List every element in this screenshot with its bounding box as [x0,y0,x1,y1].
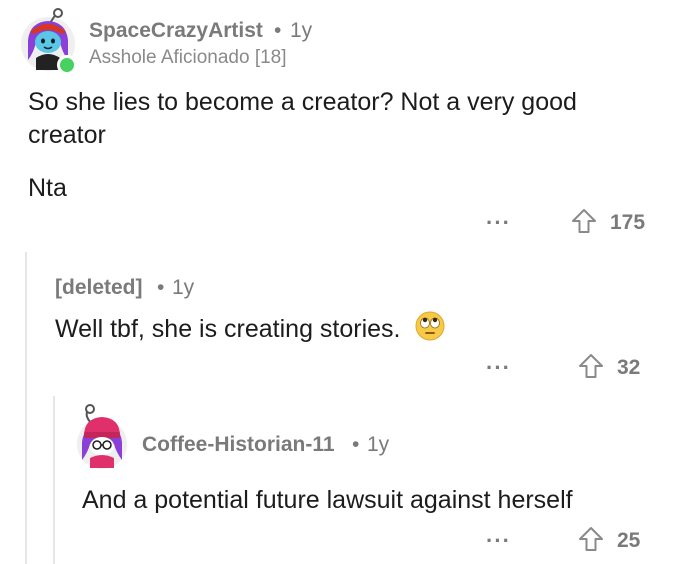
meta-separator: • [157,276,165,299]
comment-age[interactable]: 1y [172,276,194,300]
comment-body: And a potential future lawsuit against h… [82,486,573,514]
upvote-arrow-icon [579,527,603,551]
comment-author[interactable]: SpaceCrazyArtist [89,19,263,43]
comment-body: So she lies to become a creator? Not a v… [28,86,668,205]
user-flair: Asshole Aficionado [18] [89,47,287,68]
upvote-arrow-icon [579,354,603,378]
upvote-button[interactable] [570,207,598,235]
upvote-button[interactable] [577,525,605,553]
comment-body-line: Nta [28,174,67,202]
eye-roll-emoji-icon [415,311,445,350]
avatar-spacecrazyartist[interactable] [18,8,78,75]
thread-line-level-1[interactable] [25,252,27,564]
comment-body-line: creator [28,121,106,149]
vote-count: 32 [617,356,641,379]
comment-body-line: So she lies to become a creator? Not a v… [28,88,577,116]
comment-age[interactable]: 1y [290,19,312,43]
avatar-snoo-icon [77,404,127,469]
more-options-button[interactable]: ··· [486,528,511,554]
thread-line-level-2[interactable] [53,396,55,564]
comment-body: Well tbf, she is creating stories. 🙄 [55,311,445,350]
more-options-button[interactable]: ··· [486,210,511,236]
comment-author[interactable]: [deleted] [55,276,143,300]
comment-age[interactable]: 1y [367,433,389,457]
comment-author[interactable]: Coffee-Historian-11 [142,433,335,457]
comment-body-text: Well tbf, she is creating stories. [55,315,401,344]
upvote-button[interactable] [577,352,605,380]
online-status-indicator [57,55,77,75]
avatar-coffee-historian-11[interactable] [74,402,130,470]
more-options-button[interactable]: ··· [486,355,511,381]
vote-count: 25 [617,529,641,552]
meta-separator: • [274,19,282,42]
upvote-arrow-icon [572,209,596,233]
meta-separator: • [352,433,360,456]
vote-count: 175 [610,211,646,234]
